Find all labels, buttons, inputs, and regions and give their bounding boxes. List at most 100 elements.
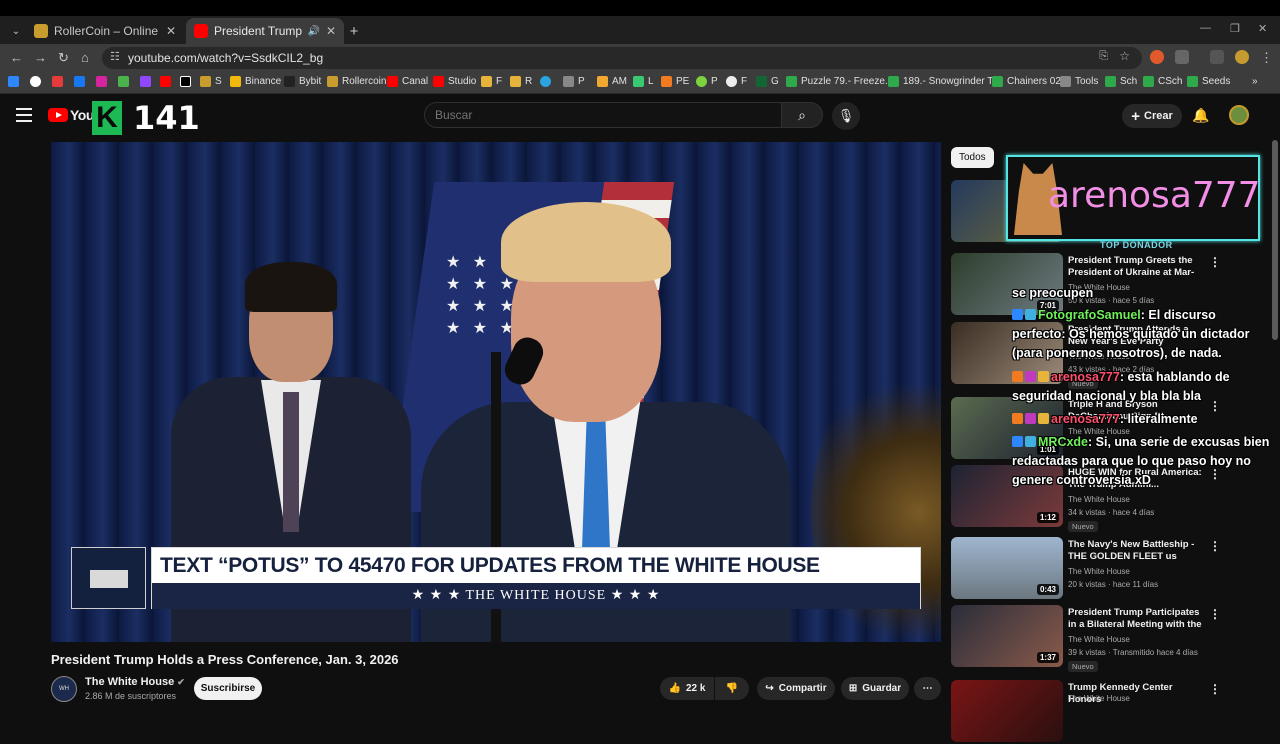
bookmark-p2[interactable]: P <box>696 76 718 87</box>
tab-search-button[interactable]: ⌄ <box>6 18 26 44</box>
bookmark-am[interactable]: AM <box>597 76 627 87</box>
bookmark-rollercoin[interactable]: Rollercoin <box>327 76 386 87</box>
tab-rollercoin[interactable]: RollerCoin – Online Bitcoin Mi ✕ <box>26 18 184 44</box>
restore-icon[interactable]: ❐ <box>1230 22 1240 35</box>
bookmark-pe[interactable]: PE <box>661 76 689 87</box>
address-bar[interactable]: ☷ youtube.com/watch?v=SsdkCIL2_bg ⎘ ☆ <box>102 47 1142 69</box>
menu-icon[interactable] <box>16 108 32 122</box>
bookmark-studio[interactable]: Studio <box>433 76 476 87</box>
bookmark-s[interactable]: S <box>200 76 222 87</box>
window-close-icon[interactable]: ✕ <box>1258 22 1267 35</box>
close-icon[interactable]: ✕ <box>326 24 336 38</box>
page-scrollbar[interactable] <box>1272 140 1278 340</box>
channel-avatar[interactable]: WH <box>51 676 77 702</box>
more-bookmarks-icon[interactable]: » <box>1252 76 1258 87</box>
new-tab-button[interactable]: + <box>344 18 364 44</box>
bookmark-csch[interactable]: CSch <box>1143 76 1182 87</box>
audio-icon[interactable]: 🔊 <box>307 26 319 37</box>
notifications-bell-icon[interactable]: 🔔 <box>1192 107 1209 124</box>
reload-icon[interactable]: ↻ <box>58 50 69 66</box>
bookmark-telegram[interactable] <box>540 76 555 87</box>
extension-fox-icon[interactable] <box>1150 50 1164 64</box>
more-actions-button[interactable]: ⋯ <box>914 677 941 700</box>
youtube-favicon-icon <box>194 24 208 38</box>
video-thumbnail[interactable]: 0:43 <box>951 537 1063 599</box>
bookmark-canal[interactable]: Canal <box>387 76 428 87</box>
related-video-channel[interactable]: The White House <box>1068 495 1130 504</box>
related-video-title[interactable]: The Navy's New Battleship - THE GOLDEN F… <box>1068 539 1208 563</box>
account-avatar[interactable] <box>1229 105 1249 125</box>
related-video-5[interactable]: 0:43 The Navy's New Battleship - THE GOL… <box>951 537 1271 601</box>
menu-dots-icon[interactable]: ⋮ <box>1260 50 1273 66</box>
bookmark-r[interactable]: R <box>510 76 532 87</box>
chat-badge-icon <box>1025 371 1036 382</box>
bookmark-snowgrinder[interactable]: 189.- Snowgrinder T... <box>888 76 1001 87</box>
more-vert-icon[interactable]: ⋮ <box>1209 682 1221 696</box>
bookmark-bybit[interactable]: Bybit <box>284 76 321 87</box>
minimize-icon[interactable]: — <box>1200 22 1211 34</box>
related-video-channel[interactable]: The White House <box>1068 694 1130 703</box>
tab-list-icon[interactable] <box>1210 50 1224 64</box>
bookmark-f2[interactable]: F <box>726 76 747 87</box>
bookmark-sch[interactable]: Sch <box>1105 76 1137 87</box>
close-icon[interactable]: ✕ <box>166 24 176 38</box>
bookmark-l[interactable]: L <box>633 76 654 87</box>
home-icon[interactable]: ⌂ <box>81 50 89 65</box>
related-video-channel[interactable]: The White House <box>1068 635 1130 644</box>
forward-icon[interactable]: → <box>34 50 47 65</box>
bookmark-icon-8[interactable] <box>160 76 175 87</box>
video-thumbnail[interactable]: 1:37 <box>951 605 1063 667</box>
search-box[interactable] <box>424 102 782 128</box>
more-vert-icon[interactable]: ⋮ <box>1209 255 1221 269</box>
bookmark-icon-3[interactable] <box>52 76 67 87</box>
bookmark-icon-7[interactable] <box>140 76 155 87</box>
related-video-channel[interactable]: The White House <box>1068 567 1130 576</box>
bookmark-icon-9[interactable] <box>180 76 195 87</box>
more-vert-icon[interactable]: ⋮ <box>1209 607 1221 621</box>
related-video-7[interactable]: Trump Kennedy Center Honors The White Ho… <box>951 680 1271 744</box>
bookmark-icon-4[interactable] <box>74 76 89 87</box>
extensions-puzzle-icon[interactable] <box>1175 50 1189 64</box>
video-thumbnail[interactable] <box>951 680 1063 742</box>
profile-icon[interactable] <box>1235 50 1249 64</box>
chat-badge-icon <box>1012 371 1023 382</box>
related-video-title[interactable]: President Trump Participates in a Bilate… <box>1068 607 1208 631</box>
site-info-icon[interactable]: ☷ <box>110 50 120 63</box>
bookmark-folder-p[interactable]: P <box>563 76 585 87</box>
bookmark-icon-1[interactable] <box>8 76 23 87</box>
more-vert-icon[interactable]: ⋮ <box>1209 539 1221 553</box>
install-icon[interactable]: ⎘ <box>1099 50 1108 63</box>
bookmark-puzzle[interactable]: Puzzle 79.- Freeze... <box>786 76 893 87</box>
related-video-6[interactable]: 1:37 President Trump Participates in a B… <box>951 605 1271 672</box>
channel-name[interactable]: The White House ✔ <box>85 676 185 688</box>
subscribe-button[interactable]: Suscribirse <box>194 677 262 700</box>
bookmark-seeds[interactable]: Seeds <box>1187 76 1230 87</box>
verified-icon: ✔ <box>177 677 185 687</box>
bookmark-binance[interactable]: Binance <box>230 76 281 87</box>
bookmark-g[interactable]: G <box>756 76 779 87</box>
voice-search-button[interactable]: 🎙 <box>832 102 860 130</box>
bookmark-chainers[interactable]: Chainers 02 <box>992 76 1061 87</box>
share-button[interactable]: ↪ Compartir <box>757 677 835 700</box>
search-button[interactable]: ⌕ <box>781 102 823 128</box>
bookmark-icon-2[interactable] <box>30 76 45 87</box>
back-icon[interactable]: ← <box>10 50 23 65</box>
bookmark-icon: ⊞ <box>848 683 858 694</box>
video-player[interactable]: ★ ★ ★ ★ ★ ★ ★ ★ ★ ★ ★ ★ ★ ★ ★ ★ TEXT “PO… <box>51 142 941 642</box>
bookmark-f[interactable]: F <box>481 76 502 87</box>
chip-all[interactable]: Todos <box>951 147 994 168</box>
bookmark-icon-5[interactable] <box>96 76 111 87</box>
duration-badge: 0:43 <box>1036 584 1059 595</box>
bookmark-tools[interactable]: Tools <box>1060 76 1098 87</box>
url-text[interactable]: youtube.com/watch?v=SsdkCIL2_bg <box>128 51 323 65</box>
related-video-title[interactable]: President Trump Greets the President of … <box>1068 255 1208 279</box>
tab-youtube[interactable]: President Trump Holds a Pre 🔊 ✕ <box>186 18 344 44</box>
bookmark-star-icon[interactable]: ☆ <box>1119 49 1130 63</box>
donor-name: arenosa777 <box>1048 175 1261 216</box>
save-button[interactable]: ⊞ Guardar <box>841 677 909 700</box>
search-input[interactable] <box>435 108 765 122</box>
create-button[interactable]: + Crear <box>1122 104 1182 128</box>
bookmark-icon-6[interactable] <box>118 76 133 87</box>
dislike-button[interactable]: 👎 <box>715 677 749 700</box>
like-button[interactable]: 👍 22 k <box>660 677 714 700</box>
